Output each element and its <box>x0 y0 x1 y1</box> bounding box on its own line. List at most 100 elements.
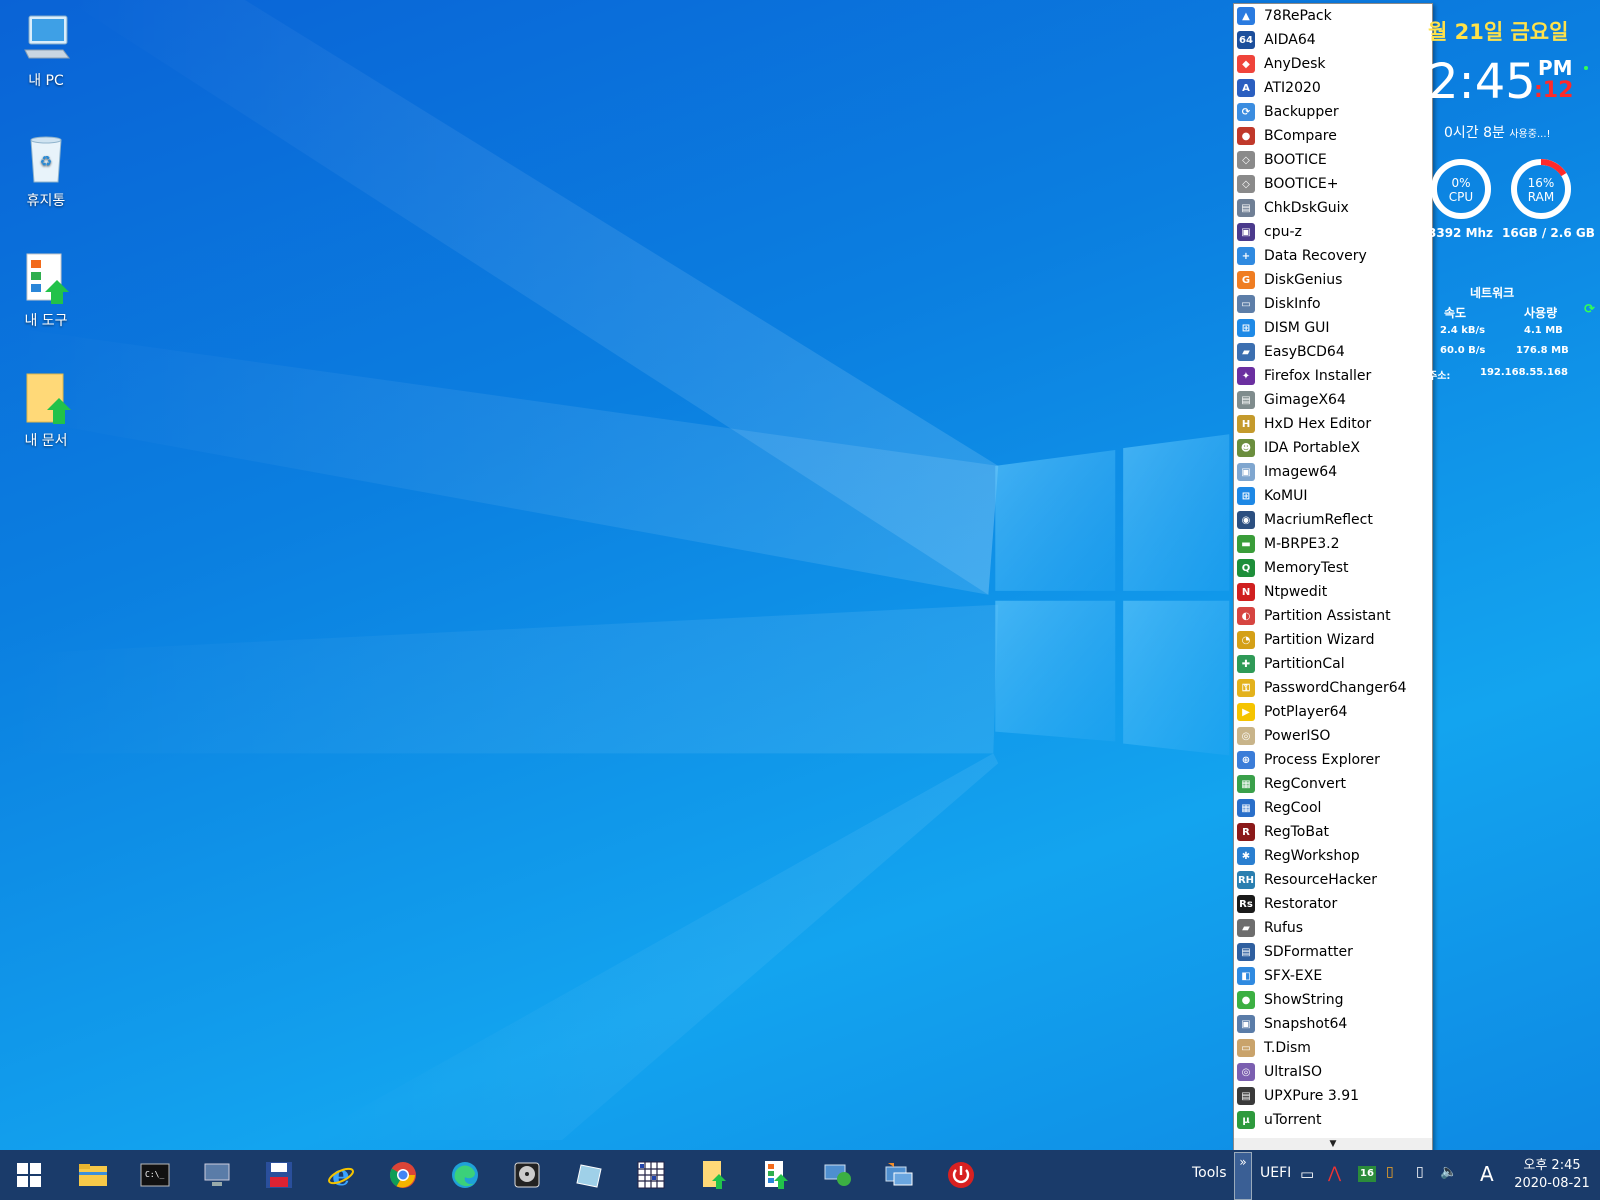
menu-item-label: ShowString <box>1264 992 1344 1008</box>
menu-scroll-down-button[interactable]: ▼ <box>1234 1138 1432 1150</box>
menu-item-backupper[interactable]: ⟳ Backupper <box>1234 100 1432 124</box>
menu-item-sfx-exe[interactable]: ◧ SFX-EXE <box>1234 964 1432 988</box>
menu-item-regworkshop[interactable]: ✱ RegWorkshop <box>1234 844 1432 868</box>
desktop-icon-my-pc[interactable]: 내 PC <box>0 12 92 90</box>
menu-item-restorator[interactable]: Rs Restorator <box>1234 892 1432 916</box>
chrome-button[interactable] <box>386 1158 420 1192</box>
menu-item-imagew64[interactable]: ▣ Imagew64 <box>1234 460 1432 484</box>
device-manager-button[interactable] <box>200 1158 234 1192</box>
menu-item-label: ChkDskGuix <box>1264 200 1349 216</box>
svg-text:e: e <box>332 1161 350 1189</box>
ime-indicator[interactable]: A <box>1480 1162 1494 1186</box>
file-explorer-button[interactable] <box>76 1158 110 1192</box>
menu-item-ida-portablex[interactable]: ☻ IDA PortableX <box>1234 436 1432 460</box>
menu-item-bootice-plus[interactable]: ◇ BOOTICE+ <box>1234 172 1432 196</box>
menu-item-komui[interactable]: ⊞ KoMUI <box>1234 484 1432 508</box>
menu-item-label: T.Dism <box>1264 1040 1311 1056</box>
menu-item-partition-wizard[interactable]: ◔ Partition Wizard <box>1234 628 1432 652</box>
menu-item-process-explorer[interactable]: ⊕ Process Explorer <box>1234 748 1432 772</box>
command-prompt-button[interactable]: C:\_ <box>138 1158 172 1192</box>
menu-item-hxd-hex-editor[interactable]: H HxD Hex Editor <box>1234 412 1432 436</box>
menu-item-regcool[interactable]: ▦ RegCool <box>1234 796 1432 820</box>
partition-tool-button[interactable] <box>572 1158 606 1192</box>
menu-item-label: Rufus <box>1264 920 1304 936</box>
my-documents-button[interactable] <box>696 1158 730 1192</box>
menu-item-sdformatter[interactable]: ▤ SDFormatter <box>1234 940 1432 964</box>
network-tool-button[interactable] <box>820 1158 854 1192</box>
menu-item-bcompare[interactable]: ● BCompare <box>1234 124 1432 148</box>
tray-badge-icon[interactable]: 16 <box>1358 1166 1376 1182</box>
menu-item-m-brpe[interactable]: ▬ M-BRPE3.2 <box>1234 532 1432 556</box>
edge-button[interactable] <box>448 1158 482 1192</box>
menu-item-label: Process Explorer <box>1264 752 1380 768</box>
menu-item-ultraiso[interactable]: ◎ UltraISO <box>1234 1060 1432 1084</box>
menu-item-regconvert[interactable]: ▦ RegConvert <box>1234 772 1432 796</box>
tools-menu[interactable]: ▲ 78RePack 64 AIDA64 ◆ AnyDesk A ATI2020 ⟳ Backup… <box>1233 3 1433 1151</box>
menu-item-regtobat[interactable]: R RegToBat <box>1234 820 1432 844</box>
menu-item-ati2020[interactable]: A ATI2020 <box>1234 76 1432 100</box>
menu-item-aida64[interactable]: 64 AIDA64 <box>1234 28 1432 52</box>
menu-item-diskgenius[interactable]: G DiskGenius <box>1234 268 1432 292</box>
menu-item-t-dism[interactable]: ▭ T.Dism <box>1234 1036 1432 1060</box>
menu-item-partitioncal[interactable]: ✚ PartitionCal <box>1234 652 1432 676</box>
desktop-icon-my-tools[interactable]: 내 도구 <box>0 252 92 330</box>
usb-tray-icon[interactable]: ▯ <box>1386 1164 1394 1180</box>
refresh-icon[interactable]: ⟳ <box>1584 302 1595 317</box>
toolbar-expand-button[interactable]: » <box>1234 1152 1252 1200</box>
menu-item-showstring[interactable]: ● ShowString <box>1234 988 1432 1012</box>
display-icon[interactable]: ▭ <box>1300 1165 1314 1183</box>
menu-item-cpu-z[interactable]: ▣ cpu-z <box>1234 220 1432 244</box>
menu-item-utorrent[interactable]: µ uTorrent <box>1234 1108 1432 1132</box>
monitor-icon <box>204 1163 230 1186</box>
menu-item-78repack[interactable]: ▲ 78RePack <box>1234 4 1432 28</box>
menu-item-gimagex64[interactable]: ▤ GimageX64 <box>1234 388 1432 412</box>
menu-item-passwordchanger64[interactable]: ⚿ PasswordChanger64 <box>1234 676 1432 700</box>
widget-time: 2:45 <box>1428 54 1536 110</box>
menu-item-memorytest[interactable]: Q MemoryTest <box>1234 556 1432 580</box>
start-button[interactable] <box>12 1158 46 1192</box>
menu-item-potplayer64[interactable]: ▶ PotPlayer64 <box>1234 700 1432 724</box>
remote-tool-button[interactable] <box>882 1158 916 1192</box>
partition-wizard-icon: ◔ <box>1237 631 1255 649</box>
menu-item-bootice[interactable]: ◇ BOOTICE <box>1234 148 1432 172</box>
menu-item-label: UltraISO <box>1264 1064 1322 1080</box>
diskinfo-icon: ▭ <box>1237 295 1255 313</box>
grid-tool-button[interactable] <box>634 1158 668 1192</box>
menu-item-poweriso[interactable]: ◎ PowerISO <box>1234 724 1432 748</box>
sfx-exe-icon: ◧ <box>1237 967 1255 985</box>
taskbar-clock-date[interactable]: 2020-08-21 <box>1508 1176 1596 1191</box>
menu-item-easybcd64[interactable]: ▰ EasyBCD64 <box>1234 340 1432 364</box>
chart-tray-icon[interactable]: ⋀ <box>1328 1163 1341 1182</box>
menu-item-snapshot64[interactable]: ▣ Snapshot64 <box>1234 1012 1432 1036</box>
menu-item-firefox-installer[interactable]: ✦ Firefox Installer <box>1234 364 1432 388</box>
my-tools-button[interactable] <box>758 1158 792 1192</box>
cpu-z-icon: ▣ <box>1237 223 1255 241</box>
menu-item-anydesk[interactable]: ◆ AnyDesk <box>1234 52 1432 76</box>
desktop-icon-recycle-bin[interactable]: ♻ 휴지통 <box>0 132 92 210</box>
save-tool-button[interactable] <box>262 1158 296 1192</box>
menu-item-diskinfo[interactable]: ▭ DiskInfo <box>1234 292 1432 316</box>
menu-item-partition-assistant[interactable]: ◐ Partition Assistant <box>1234 604 1432 628</box>
menu-item-resourcehacker[interactable]: RH ResourceHacker <box>1234 868 1432 892</box>
menu-item-dism-gui[interactable]: ⊞ DISM GUI <box>1234 316 1432 340</box>
hxd-hex-editor-icon: H <box>1237 415 1255 433</box>
menu-item-label: PowerISO <box>1264 728 1331 744</box>
menu-item-macriumreflect[interactable]: ◉ MacriumReflect <box>1234 508 1432 532</box>
memorytest-icon: Q <box>1237 559 1255 577</box>
menu-item-rufus[interactable]: ▰ Rufus <box>1234 916 1432 940</box>
network-address-label: 주소: <box>1428 371 1451 382</box>
tools-toolbar-label[interactable]: Tools <box>1192 1165 1227 1181</box>
internet-explorer-button[interactable]: e <box>324 1158 358 1192</box>
menu-item-upxpure[interactable]: ▤ UPXPure 3.91 <box>1234 1084 1432 1108</box>
volume-icon[interactable]: 🔈 <box>1440 1164 1457 1180</box>
regworkshop-icon: ✱ <box>1237 847 1255 865</box>
menu-item-label: MemoryTest <box>1264 560 1349 576</box>
safely-remove-icon[interactable]: ▯ <box>1416 1164 1424 1180</box>
menu-item-data-recovery[interactable]: + Data Recovery <box>1234 244 1432 268</box>
desktop-icon-my-documents[interactable]: 내 문서 <box>0 372 92 450</box>
taskbar-clock-time[interactable]: 오후 2:45 <box>1512 1154 1592 1173</box>
disk-tool-button[interactable] <box>510 1158 544 1192</box>
menu-item-ntpwedit[interactable]: N Ntpwedit <box>1234 580 1432 604</box>
power-button[interactable] <box>944 1158 978 1192</box>
menu-item-chkdskguix[interactable]: ▤ ChkDskGuix <box>1234 196 1432 220</box>
